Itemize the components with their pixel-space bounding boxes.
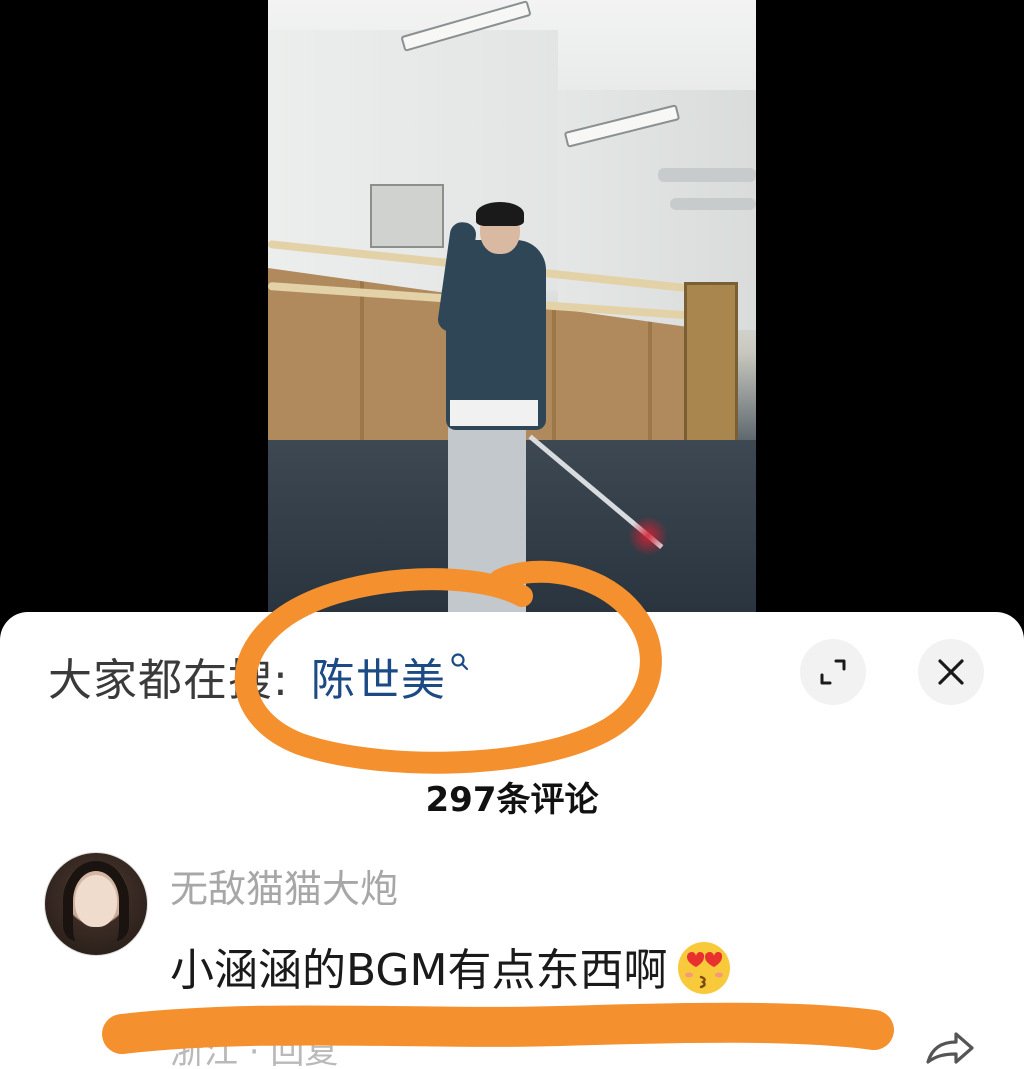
search-suggestion-prefix: 大家都在搜: (48, 655, 289, 706)
avatar[interactable] (44, 852, 148, 956)
video-player[interactable] (0, 0, 1024, 640)
avatar-face (75, 875, 117, 927)
search-icon[interactable] (450, 652, 470, 672)
comment-text: 小涵涵的BGM有点东西啊 (170, 945, 668, 996)
comment-item: 无敌猫猫大炮 小涵涵的BGM有点东西啊 浙江 · 回复 (44, 852, 984, 1069)
close-icon (938, 659, 964, 685)
close-button[interactable] (918, 639, 984, 705)
studio-door (684, 282, 738, 448)
kissing-heart-eyes-emoji (678, 942, 731, 994)
video-frame[interactable] (268, 0, 756, 640)
comment-count: 297条评论 (425, 780, 599, 820)
person-pants (448, 420, 526, 620)
person-hair (476, 202, 524, 226)
comment-meta[interactable]: 浙江 · 回复 (170, 1024, 338, 1069)
comment-sheet: 大家都在搜: 陈世美 297条评论 无敌猫猫大炮 小涵涵的BGM有点东西啊 浙江… (0, 612, 1024, 1069)
expand-button[interactable] (800, 639, 866, 705)
search-suggestion[interactable]: 大家都在搜: 陈世美 (48, 636, 470, 716)
person-shirt (450, 400, 538, 426)
ceiling-pipe (658, 168, 756, 182)
expand-icon (820, 659, 846, 685)
comment-username[interactable]: 无敌猫猫大炮 (170, 858, 398, 913)
comment-text-row[interactable]: 小涵涵的BGM有点东西啊 (170, 934, 735, 998)
ceiling-pipe (670, 198, 756, 210)
air-conditioner (370, 184, 444, 248)
sword-tassel (628, 516, 668, 556)
search-suggestion-term[interactable]: 陈世美 (311, 644, 446, 708)
share-icon[interactable] (924, 1028, 976, 1068)
